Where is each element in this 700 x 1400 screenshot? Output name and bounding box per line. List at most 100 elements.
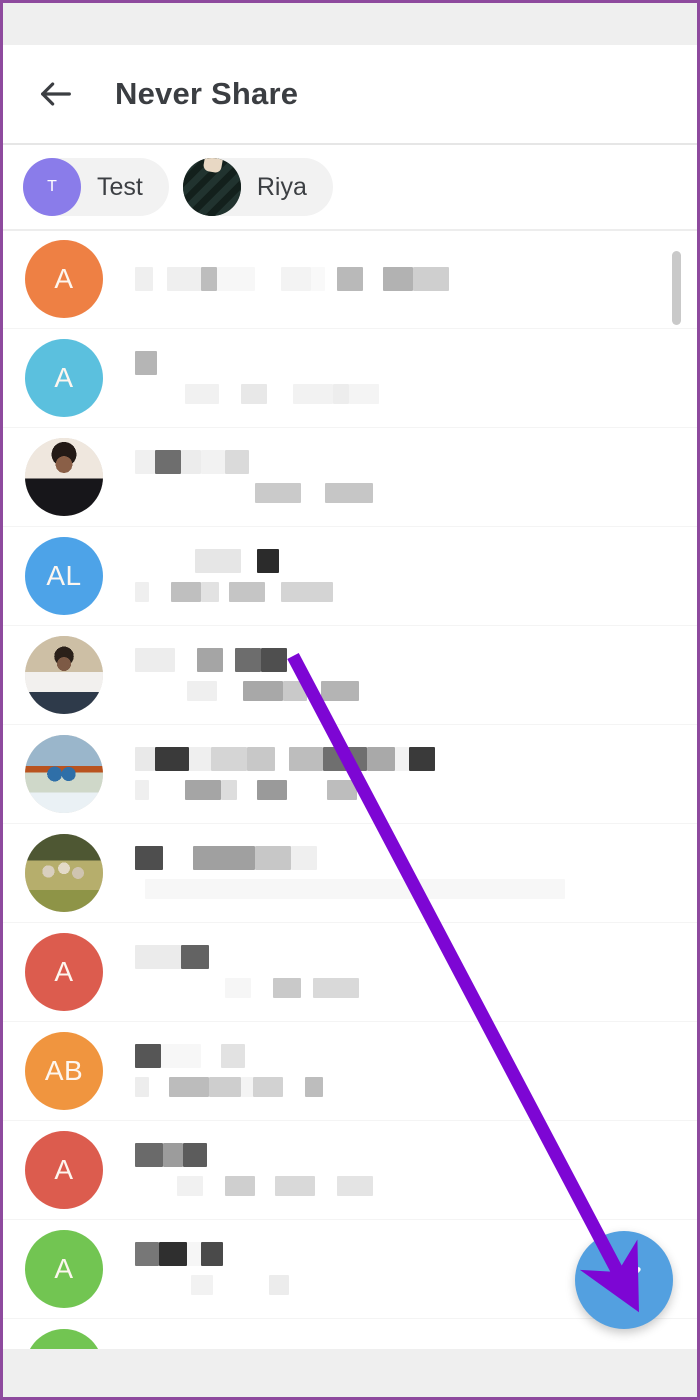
redacted-block [229,582,265,602]
avatar: AL [25,536,103,615]
redacted-block [153,267,167,291]
redacted-block [289,747,323,771]
contact-row[interactable]: AB [3,1021,697,1120]
chip-test[interactable]: T Test [23,158,169,216]
contact-row[interactable]: A [3,229,697,328]
redacted-block [253,1077,283,1097]
redacted-block [273,978,301,998]
redacted-block [241,549,257,573]
app-bar: Never Share [3,45,697,143]
redacted-block [255,267,281,291]
contact-name-redacted [135,266,697,291]
contact-row[interactable]: A [3,922,697,1021]
redacted-block [155,747,189,771]
contact-text [135,747,697,800]
avatar-photo [25,437,103,516]
redacted-block [201,450,225,474]
redacted-block [325,267,337,291]
done-fab-button[interactable] [575,1231,673,1329]
contact-row[interactable] [3,625,697,724]
avatar-photo [25,734,103,813]
contact-text [135,351,697,404]
contact-row[interactable] [3,724,697,823]
redacted-block [241,1077,253,1097]
contact-row[interactable]: AL [3,526,697,625]
redacted-block [135,978,225,998]
contact-row[interactable]: A [3,1120,697,1219]
phone-screenshot: Never Share T Test Riya A A AL A AB A A AB [0,0,700,1400]
scrollbar-thumb[interactable] [672,251,681,325]
redacted-block [307,681,321,701]
redacted-block [203,1176,225,1196]
contact-text [135,1044,697,1097]
redacted-block [149,780,185,800]
avatar-initial: A [54,1252,74,1284]
redacted-block [255,1176,275,1196]
redacted-block [187,1242,201,1266]
redacted-block [219,384,241,404]
redacted-block [185,384,219,404]
redacted-block [163,1143,183,1167]
redacted-block [291,846,317,870]
contact-subtitle-redacted [135,483,697,503]
contact-row[interactable] [3,823,697,922]
redacted-block [135,1077,149,1097]
redacted-block [251,978,273,998]
contact-name-redacted [135,747,697,771]
chip-riya[interactable]: Riya [182,158,333,216]
redacted-block [135,879,145,899]
redacted-block [255,483,301,503]
redacted-block [135,582,149,602]
contact-subtitle-redacted [135,879,697,899]
avatar [25,734,103,813]
contact-row[interactable]: AB [3,1318,697,1351]
contact-name-redacted [135,945,697,969]
status-bar-strip [3,3,697,45]
redacted-block [201,1044,221,1068]
redacted-block [197,648,223,672]
contact-subtitle-redacted [135,1176,697,1196]
redacted-block [235,648,261,672]
arrow-left-icon [36,74,76,114]
redacted-block [225,978,251,998]
redacted-block [135,648,175,672]
redacted-block [225,1176,255,1196]
redacted-block [275,747,289,771]
contact-text [135,846,697,899]
contact-subtitle-redacted [135,780,697,800]
check-icon [601,1256,647,1305]
contact-row[interactable] [3,427,697,526]
avatar: A [25,932,103,1011]
redacted-block [323,747,367,771]
redacted-block [225,450,249,474]
avatar: AB [25,1031,103,1110]
redacted-block [221,780,237,800]
redacted-block [135,450,155,474]
redacted-block [301,978,313,998]
redacted-block [287,780,327,800]
redacted-block [135,1044,161,1068]
redacted-block [213,1275,269,1295]
redacted-block [301,483,325,503]
chip-avatar-initial: T [47,178,57,195]
redacted-block [283,681,307,701]
redacted-block [135,549,195,573]
redacted-block [211,747,247,771]
redacted-block [189,747,211,771]
avatar-photo [25,635,103,714]
contact-row[interactable]: A [3,328,697,427]
redacted-block [321,681,359,701]
avatar [25,437,103,516]
redacted-block [217,681,243,701]
redacted-block [169,1077,209,1097]
redacted-block [155,450,181,474]
redacted-block [135,483,255,503]
redacted-block [135,747,155,771]
redacted-block [149,582,171,602]
back-button[interactable] [25,63,87,125]
redacted-block [241,384,267,404]
contact-list[interactable]: A A AL A AB A A AB [3,229,697,1351]
redacted-block [363,267,383,291]
redacted-block [237,780,257,800]
redacted-block [135,846,163,870]
